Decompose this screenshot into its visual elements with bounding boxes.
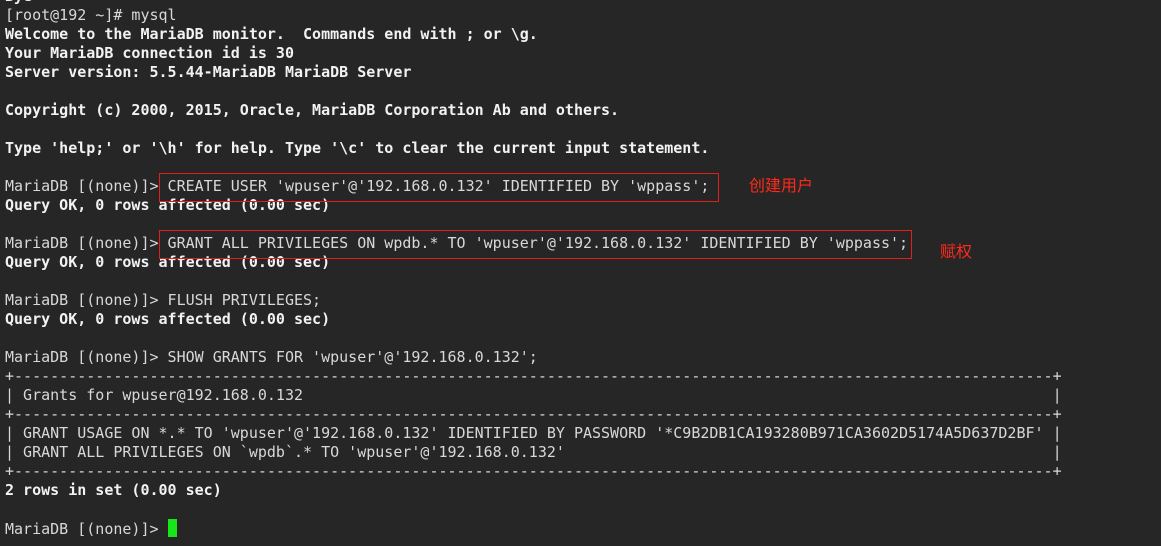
table-border: +---------------------------------------… <box>5 367 1062 386</box>
line-text: +---------------------------------------… <box>5 367 1062 385</box>
highlight-box-create-user <box>159 173 719 202</box>
terminal-line: Your MariaDB connection id is 30 <box>5 44 1062 63</box>
line-text: | GRANT ALL PRIVILEGES ON `wpdb`.* TO 'w… <box>5 443 565 461</box>
terminal-line: | GRANT ALL PRIVILEGES ON `wpdb`.* TO 'w… <box>5 443 1062 462</box>
line-text: MariaDB [(none)]> SHOW GRANTS FOR 'wpuse… <box>5 348 538 366</box>
terminal-output[interactable]: Bye[root@192 ~]# mysqlWelcome to the Mar… <box>5 0 1062 538</box>
terminal-line: | Grants for wpuser@192.168.0.132 | <box>5 386 1062 405</box>
terminal-line: MariaDB [(none)]> SHOW GRANTS FOR 'wpuse… <box>5 348 1062 367</box>
terminal-line: Welcome to the MariaDB monitor. Commands… <box>5 25 1062 44</box>
line-text: +---------------------------------------… <box>5 462 1062 480</box>
annotation-grant: 赋权 <box>940 242 973 261</box>
table-border: +---------------------------------------… <box>5 405 1062 424</box>
terminal-line: Query OK, 0 rows affected (0.00 sec) <box>5 310 1062 329</box>
line-text: MariaDB [(none)]> FLUSH PRIVILEGES; <box>5 291 322 309</box>
line-text: Query OK, 0 rows affected (0.00 sec) <box>5 310 331 328</box>
line-text: Bye <box>5 0 32 5</box>
line-text: | Grants for wpuser@192.168.0.132 <box>5 386 304 404</box>
cursor <box>167 519 177 537</box>
terminal-line: MariaDB [(none)]> FLUSH PRIVILEGES; <box>5 291 1062 310</box>
line-text: +---------------------------------------… <box>5 405 1062 423</box>
table-right-border: | <box>1052 386 1062 404</box>
line-text: 2 rows in set (0.00 sec) <box>5 481 222 499</box>
line-text: [root@192 ~]# mysql <box>5 6 177 24</box>
line-text: Welcome to the MariaDB monitor. Commands… <box>5 25 538 43</box>
line-text: | GRANT USAGE ON *.* TO 'wpuser'@'192.16… <box>5 424 1062 442</box>
table-border: +---------------------------------------… <box>5 462 1062 481</box>
table-right-border: | <box>1052 443 1062 461</box>
terminal-line: Type 'help;' or '\h' for help. Type '\c'… <box>5 139 1062 158</box>
line-text: Copyright (c) 2000, 2015, Oracle, MariaD… <box>5 101 620 119</box>
line-text: Your MariaDB connection id is 30 <box>5 44 294 62</box>
line-text: Type 'help;' or '\h' for help. Type '\c'… <box>5 139 710 157</box>
terminal-line: | GRANT USAGE ON *.* TO 'wpuser'@'192.16… <box>5 424 1062 443</box>
annotation-create-user: 创建用户 <box>749 176 814 195</box>
highlight-box-grant <box>159 230 912 259</box>
line-text: MariaDB [(none)]> <box>5 520 168 538</box>
terminal-line: 2 rows in set (0.00 sec) <box>5 481 1062 500</box>
terminal-line: MariaDB [(none)]> <box>5 519 1062 538</box>
terminal-line: Copyright (c) 2000, 2015, Oracle, MariaD… <box>5 101 1062 120</box>
terminal-line: [root@192 ~]# mysql <box>5 6 1062 25</box>
line-text: Server version: 5.5.44-MariaDB MariaDB S… <box>5 63 412 81</box>
terminal-line: Server version: 5.5.44-MariaDB MariaDB S… <box>5 63 1062 82</box>
